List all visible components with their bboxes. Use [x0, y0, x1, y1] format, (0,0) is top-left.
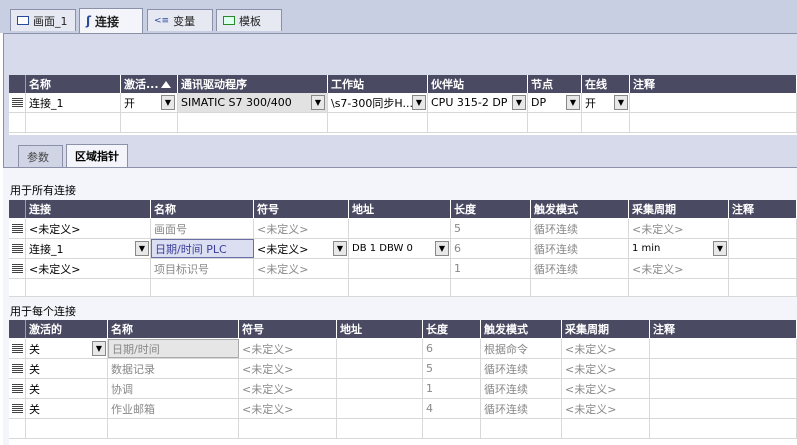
chevron-down-icon[interactable]: ▼: [512, 95, 526, 110]
row-icon: [11, 383, 23, 394]
template-icon: [223, 16, 235, 25]
tab-templates[interactable]: 模板: [216, 9, 282, 31]
row-icon: [11, 243, 23, 254]
col-active[interactable]: 激活的: [26, 320, 108, 338]
chevron-down-icon[interactable]: ▼: [333, 241, 347, 256]
col-symbol[interactable]: 符号: [254, 200, 349, 218]
table-row[interactable]: 连接_1 ▼ 日期/时间 PLC <未定义> ▼ DB 1 DBW 0 ▼ 6 循环连…: [9, 239, 797, 259]
table-row[interactable]: 关 协调 <未定义> 1 循环连续 <未定义>: [9, 379, 797, 399]
col-symbol[interactable]: 符号: [239, 320, 337, 338]
tab-screen-1[interactable]: 画面_1: [10, 9, 76, 31]
chevron-down-icon[interactable]: ▼: [566, 95, 580, 110]
col-trigger[interactable]: 触发模式: [531, 200, 629, 218]
section-title-each: 用于每个连接: [10, 305, 76, 318]
connection-icon: ʃ: [86, 14, 91, 28]
chevron-down-icon[interactable]: ▼: [614, 95, 628, 110]
col-driver[interactable]: 通讯驱动程序: [178, 75, 328, 93]
chevron-down-icon[interactable]: ▼: [161, 95, 175, 110]
cell-active[interactable]: 开 ▼: [121, 93, 178, 112]
subtab-parameters[interactable]: 参数: [18, 145, 63, 167]
cell-online[interactable]: 开 ▼: [582, 93, 630, 112]
row-icon: [11, 363, 23, 374]
table-row[interactable]: 关 作业邮箱 <未定义> 4 循环连续 <未定义>: [9, 399, 797, 419]
col-name[interactable]: 名称: [108, 320, 239, 338]
cell-name-selected[interactable]: 日期/时间 PLC: [151, 239, 254, 258]
table-row[interactable]: <未定义> 画面号 <未定义> 5 循环连续 <未定义>: [9, 219, 797, 239]
subtab-area-pointer[interactable]: 区域指针: [66, 144, 128, 167]
col-length[interactable]: 长度: [423, 320, 481, 338]
col-name[interactable]: 名称: [151, 200, 254, 218]
col-active[interactable]: 激活...: [121, 75, 178, 93]
cell-station[interactable]: \s7-300同步H... ▼: [328, 93, 428, 112]
row-icon: [11, 403, 23, 414]
screen-icon: [17, 16, 29, 25]
row-icon: [11, 343, 23, 354]
row-icon: [11, 223, 23, 234]
table-row[interactable]: 关 数据记录 <未定义> 5 循环连续 <未定义>: [9, 359, 797, 379]
chevron-down-icon[interactable]: ▼: [713, 241, 727, 256]
row-icon: [11, 97, 23, 108]
chevron-down-icon[interactable]: ▼: [92, 341, 106, 356]
col-connection[interactable]: 连接: [26, 200, 151, 218]
col-address[interactable]: 地址: [337, 320, 423, 338]
col-station[interactable]: 工作站: [328, 75, 428, 93]
tab-tags[interactable]: <≡ 变量: [147, 9, 213, 31]
table-row[interactable]: <未定义> 项目标识号 <未定义> 1 循环连续 <未定义>: [9, 259, 797, 279]
each-connection-table: 激活的 名称 符号 地址 长度 触发模式 采集周期 注释 关 ▼ 日期/时间 <未…: [9, 320, 797, 445]
col-cycle[interactable]: 采集周期: [562, 320, 650, 338]
connections-table: 名称 激活... 通讯驱动程序 工作站 伙伴站 节点 在线 注释 连接_1 开 ▼…: [9, 75, 797, 135]
row-icon: [11, 263, 23, 274]
editor-tab-bar: 画面_1 ʃ 连接 <≡ 变量 模板: [0, 0, 797, 33]
each-header: 激活的 名称 符号 地址 长度 触发模式 采集周期 注释: [9, 320, 797, 338]
chevron-down-icon[interactable]: ▼: [412, 95, 426, 110]
cell-name[interactable]: 连接_1: [26, 93, 121, 112]
table-row-empty[interactable]: [9, 419, 797, 439]
chevron-down-icon[interactable]: ▼: [135, 241, 149, 256]
table-row-empty[interactable]: [9, 279, 797, 297]
cell-driver[interactable]: SIMATIC S7 300/400 ▼: [178, 93, 328, 112]
col-comment[interactable]: 注释: [650, 320, 797, 338]
col-node[interactable]: 节点: [528, 75, 582, 93]
tab-connections[interactable]: ʃ 连接: [79, 8, 143, 33]
cell-node[interactable]: DP ▼: [528, 93, 582, 112]
chevron-down-icon[interactable]: ▼: [435, 241, 449, 256]
table-row[interactable]: 关 ▼ 日期/时间 <未定义> 6 根据命令 <未定义>: [9, 339, 797, 359]
col-partner[interactable]: 伙伴站: [428, 75, 528, 93]
col-name[interactable]: 名称: [26, 75, 121, 93]
sort-ascending-icon: [160, 80, 171, 88]
col-address[interactable]: 地址: [349, 200, 451, 218]
table-row[interactable]: 连接_1 开 ▼ SIMATIC S7 300/400 ▼ \s7-300同步H..…: [9, 93, 797, 113]
col-comment[interactable]: 注释: [729, 200, 797, 218]
connections-header: 名称 激活... 通讯驱动程序 工作站 伙伴站 节点 在线 注释: [9, 75, 797, 93]
chevron-down-icon[interactable]: ▼: [311, 95, 325, 110]
all-connections-table: 连接 名称 符号 地址 长度 触发模式 采集周期 注释 <未定义> 画面号 <未…: [9, 200, 797, 297]
col-trigger[interactable]: 触发模式: [481, 320, 562, 338]
col-online[interactable]: 在线: [582, 75, 630, 93]
col-comment[interactable]: 注释: [630, 75, 797, 93]
col-cycle[interactable]: 采集周期: [629, 200, 729, 218]
all-header: 连接 名称 符号 地址 长度 触发模式 采集周期 注释: [9, 200, 797, 218]
tags-icon: <≡: [154, 15, 170, 26]
col-length[interactable]: 长度: [451, 200, 531, 218]
section-title-all: 用于所有连接: [10, 184, 76, 197]
cell-comment[interactable]: [630, 93, 797, 112]
cell-partner[interactable]: CPU 315-2 DP ▼: [428, 93, 528, 112]
table-row-empty[interactable]: [9, 113, 797, 133]
